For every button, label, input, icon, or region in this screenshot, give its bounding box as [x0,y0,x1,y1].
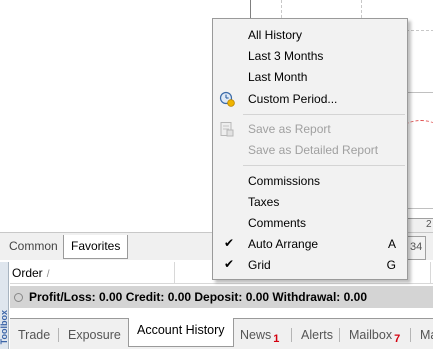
tab-common[interactable]: Common [2,235,65,259]
menu-item-custom-period[interactable]: Custom Period... [213,88,407,109]
menu-item-save-as-detailed-report[interactable]: Save as Detailed Report [213,139,407,160]
menu-item-taxes[interactable]: Taxes [213,191,407,212]
toolbox-label: Toolbox [0,310,9,345]
menu-separator [243,114,405,115]
menu-item-all-history[interactable]: All History [213,24,407,45]
checkmark-icon: ✔ [224,236,235,250]
summary-text: Profit/Loss: 0.00 Credit: 0.00 Deposit: … [29,290,367,304]
account-summary-row: Profit/Loss: 0.00 Credit: 0.00 Deposit: … [10,286,433,308]
tab-account-history[interactable]: Account History [128,318,234,347]
column-divider[interactable] [430,262,431,284]
tab-market[interactable]: Ma [412,323,433,347]
summary-status-icon [14,293,23,302]
mailbox-count-badge: 7 [394,333,401,345]
checkmark-icon: ✔ [224,257,235,271]
sort-indicator: / [46,269,50,280]
menu-item-last-month[interactable]: Last Month [213,66,407,87]
column-header-order[interactable]: Order / [10,266,49,280]
context-menu: All History Last 3 Months Last Month Cus… [212,18,408,280]
menu-item-comments[interactable]: Comments [213,212,407,233]
menu-item-commissions[interactable]: Commissions [213,170,407,191]
tab-divider [339,328,340,342]
menu-separator [243,165,405,166]
menu-item-save-as-report[interactable]: Save as Report [213,118,407,139]
tab-divider [410,328,411,342]
tab-news[interactable]: News 1 [232,323,287,347]
tab-favorites[interactable]: Favorites [63,235,129,259]
menu-item-auto-arrange[interactable]: ✔ Auto Arrange A [213,233,407,254]
shortcut-key: G [386,258,396,272]
clock-icon [219,91,235,107]
tab-trade[interactable]: Trade [10,323,58,347]
shortcut-key: A [387,237,396,251]
chart-axis-label: 2 [426,219,432,230]
tab-divider [58,328,59,342]
chart-window-tab[interactable]: 34 [406,236,427,260]
news-count-badge: 1 [273,333,280,345]
column-divider[interactable] [174,262,175,284]
tab-exposure[interactable]: Exposure [60,323,129,347]
menu-item-grid[interactable]: ✔ Grid G [213,254,407,275]
tab-mailbox[interactable]: Mailbox 7 [341,323,408,347]
terminal-tabs: Trade Exposure Account History News 1 Ale… [10,318,433,349]
save-report-icon [220,122,234,137]
tab-alerts[interactable]: Alerts [293,323,341,347]
menu-item-last-3-months[interactable]: Last 3 Months [213,45,407,66]
tab-divider [291,328,292,342]
